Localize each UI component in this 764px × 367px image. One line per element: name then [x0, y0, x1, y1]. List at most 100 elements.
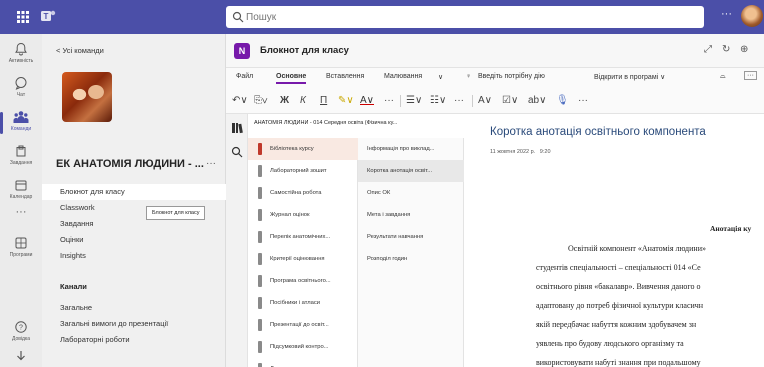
section-color-marker: [258, 275, 262, 287]
section-item[interactable]: Журнал оцінок: [248, 204, 358, 226]
tab-home[interactable]: Основне: [276, 73, 307, 84]
open-in-app-button[interactable]: Відкрити в програмі ∨: [594, 73, 665, 81]
more-tools-icon[interactable]: ···: [578, 93, 588, 109]
section-item[interactable]: Критерії оцінювання: [248, 248, 358, 270]
tag-icon[interactable]: ☑∨: [502, 93, 518, 109]
styles-icon[interactable]: A∨: [478, 93, 492, 109]
notebooks-icon[interactable]: [231, 122, 243, 134]
section-label: Перелік анатомічних...: [270, 234, 331, 240]
highlight-icon[interactable]: ✎∨: [338, 93, 354, 109]
bold-button[interactable]: Ж: [280, 93, 289, 109]
tab-grades[interactable]: Оцінки: [42, 232, 226, 248]
section-item[interactable]: Самостійна робота: [248, 182, 358, 204]
rail-item-apps[interactable]: Програми: [0, 232, 42, 266]
calendar-icon: [15, 180, 27, 191]
ribbon-tabs: Файл Основне Вставлення Малювання ∨ ♀ Вв…: [226, 68, 764, 88]
search-box[interactable]: [226, 6, 704, 28]
refresh-icon[interactable]: ↻: [722, 44, 730, 55]
rail-item-more[interactable]: ···: [0, 202, 42, 236]
tab-insights[interactable]: Insights: [42, 248, 226, 264]
notebook-breadcrumb[interactable]: АНАТОМІЯ ЛЮДИНИ - 014 Середня освіта (Фі…: [254, 120, 397, 126]
channel-general[interactable]: Загальне: [42, 300, 226, 316]
document-line: адаптовану до потреб фізичної культури к…: [536, 301, 704, 310]
section-color-marker: [258, 187, 262, 199]
formatting-toolbar: ↶∨ ⎘∨ Ж К П ✎∨ A∨ ··· ☰∨ ☷∨ ··· A∨ ☑∨ ab…: [226, 88, 764, 114]
rail-item-help[interactable]: ? Довідка: [0, 316, 42, 350]
underline-button[interactable]: П: [320, 93, 327, 109]
section-label: Журнал оцінок: [270, 212, 310, 218]
download-icon[interactable]: [0, 348, 42, 366]
avatar[interactable]: [741, 5, 763, 27]
rail-item-chat[interactable]: Чат: [0, 72, 42, 106]
dictate-icon[interactable]: 🎙: [556, 93, 569, 109]
section-item[interactable]: Бібліотека курсу: [248, 138, 358, 160]
section-item[interactable]: Ласкаво просимо: [248, 358, 358, 367]
team-panel: < Усі команди ЕК АНАТОМІЯ ЛЮДИНИ - ... ·…: [42, 34, 226, 367]
globe-icon[interactable]: ⊕: [740, 44, 748, 55]
section-item[interactable]: Перелік анатомічних...: [248, 226, 358, 248]
page-time: 9:20: [539, 149, 551, 155]
more-formatting-icon[interactable]: ···: [384, 93, 394, 109]
page-item[interactable]: Мета і завдання: [358, 204, 464, 226]
italic-button[interactable]: К: [300, 93, 306, 109]
lightbulb-icon: ♀: [466, 73, 472, 80]
tab-draw[interactable]: Малювання: [384, 73, 422, 80]
document-heading: Анотація ку: [710, 224, 752, 233]
more-options-icon[interactable]: ···: [721, 8, 732, 20]
section-item[interactable]: Лабораторний зошит: [248, 160, 358, 182]
teams-icon: [13, 111, 29, 123]
document-line: використовувати набуті знання при подаль…: [536, 358, 701, 367]
section-item[interactable]: Програма освітнього...: [248, 270, 358, 292]
section-item[interactable]: Презентації до освіт...: [248, 314, 358, 336]
channels-heading: Канали: [60, 282, 87, 291]
page-item[interactable]: Опис ОК: [358, 182, 464, 204]
tab-class-notebook[interactable]: Блокнот для класу: [42, 184, 226, 200]
document-line: якій передбачає набуття кожним здобуваче…: [536, 320, 697, 329]
bullets-icon[interactable]: ☰∨: [406, 93, 422, 109]
numbering-icon[interactable]: ☷∨: [430, 93, 446, 109]
expand-icon[interactable]: ⤢: [704, 44, 712, 55]
rail-item-activity[interactable]: Активність: [0, 38, 42, 72]
document-line: Освітній компонент «Анатомія людини»: [568, 244, 706, 253]
svg-text:?: ?: [19, 325, 23, 332]
section-color-marker: [258, 231, 262, 243]
rail-label: Команди: [10, 126, 32, 132]
page-item[interactable]: Інформація про виклад...: [358, 138, 464, 160]
rail-item-teams[interactable]: Команди: [0, 106, 42, 140]
section-item[interactable]: Підсумковий контро...: [248, 336, 358, 358]
channel-lab-works[interactable]: Лабораторні роботи: [42, 332, 226, 348]
page-item[interactable]: Коротка анотація освіт...: [358, 160, 464, 182]
page-item[interactable]: Результати навчання: [358, 226, 464, 248]
tell-me-input[interactable]: Введіть потрібну дію: [478, 73, 545, 80]
app-launcher-icon[interactable]: [14, 8, 32, 26]
team-more-icon[interactable]: ···: [206, 158, 216, 169]
spelling-icon[interactable]: ab∨: [528, 93, 546, 109]
search-notebook-icon[interactable]: [231, 146, 243, 158]
clipboard-icon[interactable]: ⎘∨: [254, 93, 268, 109]
search-input[interactable]: [246, 9, 686, 25]
font-color-button[interactable]: A∨: [360, 93, 374, 109]
section-label: Самостійна робота: [270, 190, 322, 196]
notebook-main: N Блокнот для класу ⤢ ↻ ⊕ Файл Основне В…: [226, 34, 764, 367]
svg-text:T: T: [44, 12, 49, 21]
help-icon: ?: [15, 321, 27, 333]
tab-insert[interactable]: Вставлення: [326, 73, 364, 80]
tooltip: Блокнот для класу: [146, 206, 206, 220]
rail-item-assignments[interactable]: Завдання: [0, 140, 42, 174]
bell-icon: [15, 42, 27, 56]
section-color-marker: [258, 341, 262, 353]
notebook-title: Блокнот для класу: [260, 45, 349, 56]
page-item[interactable]: Розподіл годин: [358, 248, 464, 270]
ribbon-collapse-icon[interactable]: ∨: [438, 73, 443, 81]
more-list-icon[interactable]: ···: [454, 93, 464, 109]
section-item[interactable]: Посібники і атласи: [248, 292, 358, 314]
more-ribbon-button[interactable]: ···: [744, 71, 757, 80]
section-label: Програма освітнього...: [270, 278, 331, 284]
undo-icon[interactable]: ↶∨: [232, 93, 248, 109]
tab-file[interactable]: Файл: [236, 73, 253, 80]
back-to-teams-link[interactable]: < Усі команди: [56, 46, 104, 55]
share-icon[interactable]: ⌓: [720, 73, 726, 81]
rail-label: Чат: [16, 92, 26, 98]
chat-icon: [15, 77, 27, 90]
channel-presentation-requirements[interactable]: Загальні вимоги до презентації: [42, 316, 226, 332]
